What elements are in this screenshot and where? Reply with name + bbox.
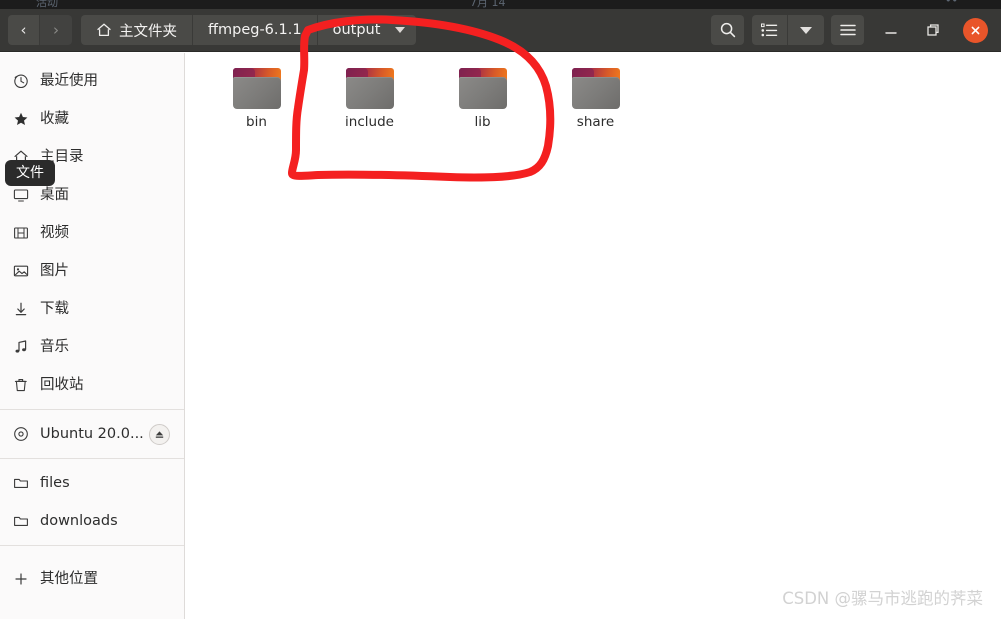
icon-grid: bin include lib share	[186, 60, 652, 130]
file-item-bin[interactable]: bin	[200, 60, 313, 130]
folder-icon	[571, 68, 620, 109]
chevron-down-icon[interactable]	[395, 27, 406, 33]
sidebar-item-label: 收藏	[40, 110, 69, 127]
sidebar-divider	[0, 458, 184, 459]
system-status-label[interactable]: ••	[945, 0, 958, 7]
sidebar-item-starred[interactable]: 收藏	[0, 100, 184, 138]
folder-icon	[458, 68, 507, 109]
view-options-button[interactable]	[788, 15, 824, 45]
file-item-share[interactable]: share	[539, 60, 652, 130]
chevron-down-icon	[800, 26, 812, 34]
breadcrumb-label: ffmpeg-6.1.1	[208, 22, 302, 38]
folder-icon	[232, 68, 281, 109]
sidebar-item-downloads-bookmark[interactable]: downloads	[0, 502, 184, 540]
close-button[interactable]	[960, 15, 990, 45]
sidebar-item-trash[interactable]: 回收站	[0, 366, 184, 404]
file-label: bin	[246, 114, 267, 130]
folder-icon	[12, 513, 29, 530]
minimize-button[interactable]	[876, 15, 906, 45]
eject-icon	[155, 431, 164, 438]
close-icon	[962, 17, 988, 43]
maximize-icon	[927, 24, 939, 36]
breadcrumb-item-home[interactable]: 主文件夹	[81, 15, 193, 45]
chevron-left-icon: ‹	[20, 20, 27, 39]
trash-icon	[12, 377, 29, 394]
sidebar-item-videos[interactable]: 视频	[0, 214, 184, 252]
sidebar-item-other-locations[interactable]: 其他位置	[0, 560, 184, 598]
plus-icon	[12, 571, 29, 588]
video-icon	[12, 225, 29, 242]
sidebar-item-recent[interactable]: 最近使用	[0, 62, 184, 100]
file-manager-window: 活动 7月 14 •• ‹ › 主文件夹 ffmpeg-6.1.1 output…	[0, 0, 1001, 619]
file-label: include	[345, 114, 394, 130]
disc-icon	[12, 426, 29, 443]
sidebar-item-files[interactable]: files	[0, 464, 184, 502]
search-icon	[720, 22, 735, 38]
watermark: CSDN @骡马市逃跑的荠菜	[782, 589, 983, 608]
file-item-lib[interactable]: lib	[426, 60, 539, 130]
sidebar-item-label: 桌面	[40, 186, 69, 203]
folder-icon	[12, 475, 29, 492]
activities-label[interactable]: 活动	[36, 0, 58, 9]
minimize-icon	[885, 32, 897, 34]
sidebar-item-label: 下载	[40, 300, 69, 317]
clock-label[interactable]: 7月 14	[470, 0, 506, 9]
sidebar-item-label: 回收站	[40, 376, 84, 393]
breadcrumb: 主文件夹 ffmpeg-6.1.1 output	[81, 15, 417, 45]
breadcrumb-label: output	[332, 22, 381, 38]
chevron-right-icon: ›	[53, 20, 59, 39]
header-bar: ‹ › 主文件夹 ffmpeg-6.1.1 output	[0, 9, 1001, 52]
gnome-top-panel: 活动 7月 14 ••	[0, 0, 1001, 9]
sidebar: 最近使用 收藏 主目录 桌面 视频 图片 下载 音乐 回收站 Ubuntu 20…	[0, 53, 185, 619]
maximize-button[interactable]	[918, 15, 948, 45]
sidebar-item-label: 图片	[40, 262, 69, 279]
sidebar-item-label: 最近使用	[40, 72, 98, 89]
eject-button[interactable]	[149, 424, 170, 445]
sidebar-item-label: 音乐	[40, 338, 69, 355]
breadcrumb-label: 主文件夹	[119, 23, 177, 40]
main-menu-button[interactable]	[831, 15, 864, 45]
sidebar-item-label: downloads	[40, 512, 118, 529]
sidebar-item-music[interactable]: 音乐	[0, 328, 184, 366]
home-icon	[96, 22, 112, 38]
folder-icon	[345, 68, 394, 109]
download-icon	[12, 301, 29, 318]
hamburger-menu-icon	[839, 24, 856, 36]
sidebar-divider	[0, 409, 184, 410]
view-mode-group	[752, 15, 824, 45]
sidebar-item-label: files	[40, 474, 70, 491]
music-icon	[12, 339, 29, 356]
picture-icon	[12, 263, 29, 280]
list-view-button[interactable]	[752, 15, 788, 45]
forward-button[interactable]: ›	[40, 15, 72, 45]
breadcrumb-item-output[interactable]: output	[317, 15, 417, 45]
sidebar-item-label: Ubuntu 20.0...	[40, 425, 144, 442]
sidebar-divider	[0, 545, 184, 546]
file-label: share	[576, 114, 615, 130]
sidebar-item-downloads[interactable]: 下载	[0, 290, 184, 328]
file-label: lib	[474, 114, 491, 130]
breadcrumb-item-ffmpeg[interactable]: ffmpeg-6.1.1	[193, 15, 318, 45]
clock-icon	[12, 73, 29, 90]
search-button[interactable]	[711, 15, 744, 45]
tooltip: 文件	[5, 160, 55, 186]
desktop-icon	[12, 187, 29, 204]
sidebar-item-ubuntu-disc[interactable]: Ubuntu 20.0...	[0, 415, 184, 453]
file-item-include[interactable]: include	[313, 60, 426, 130]
back-button[interactable]: ‹	[8, 15, 40, 45]
star-icon	[12, 111, 29, 128]
navigation-buttons: ‹ ›	[8, 15, 72, 45]
file-list-area[interactable]: bin include lib share CSDN @骡马市逃跑的荠菜	[186, 53, 1001, 619]
list-view-icon	[761, 23, 778, 36]
sidebar-item-pictures[interactable]: 图片	[0, 252, 184, 290]
sidebar-item-label: 视频	[40, 224, 69, 241]
sidebar-item-label: 其他位置	[40, 570, 98, 587]
